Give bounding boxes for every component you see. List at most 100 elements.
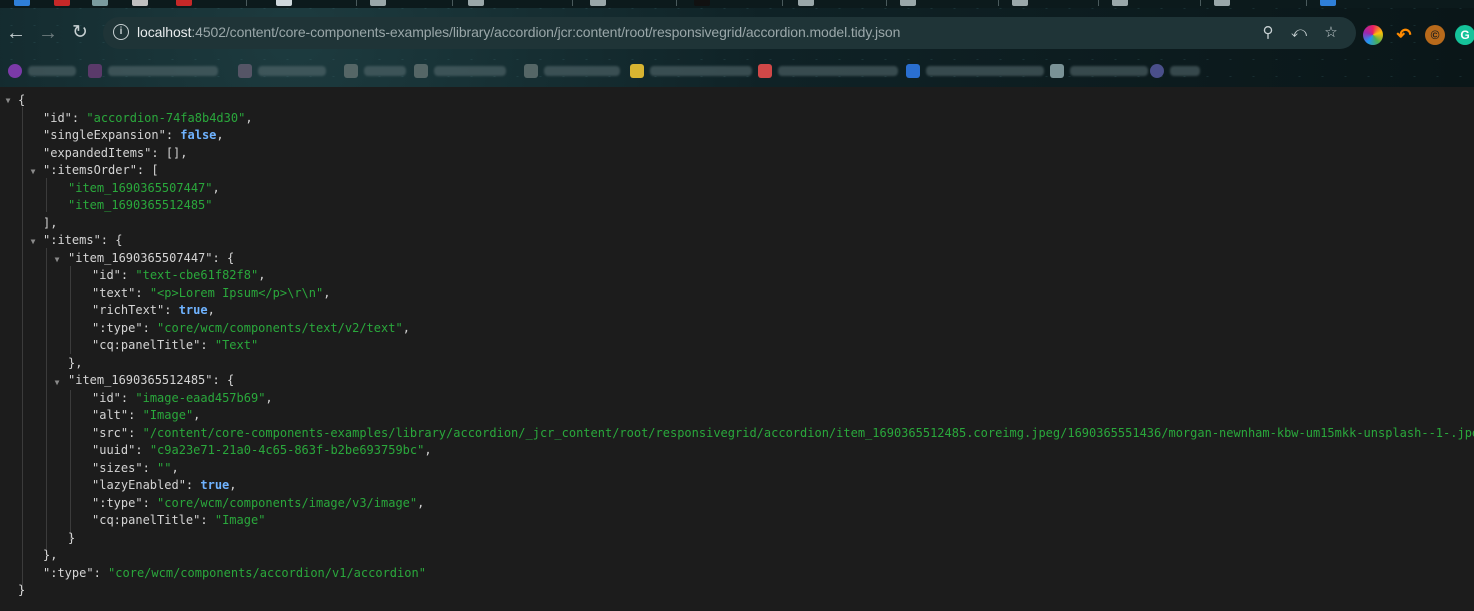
tab-favicon[interactable] <box>54 0 70 6</box>
bookmark-item[interactable] <box>1050 62 1148 78</box>
json-line: "item_1690365507447": { <box>68 250 235 265</box>
json-line: } <box>18 582 25 600</box>
collapse-arrow-icon[interactable]: ▼ <box>29 167 37 177</box>
json-brace: { <box>18 93 26 107</box>
json-key: "expandedItems" <box>43 145 152 160</box>
bookmark-item[interactable] <box>8 62 76 78</box>
tab-divider <box>1098 0 1099 6</box>
tab-favicon[interactable] <box>1012 0 1028 6</box>
json-value: "core/wcm/components/accordion/v1/accord… <box>108 565 426 580</box>
tab-favicon[interactable] <box>132 0 148 6</box>
extension-copper-icon[interactable]: © <box>1425 25 1445 45</box>
tab-divider <box>782 0 783 6</box>
tab-favicon[interactable] <box>176 0 192 6</box>
tab-favicon[interactable] <box>900 0 916 6</box>
json-line: "item_1690365512485" <box>68 197 213 215</box>
tab-favicon[interactable] <box>92 0 108 6</box>
extension-orange-icon[interactable]: ↶ <box>1394 25 1414 45</box>
tab-favicon[interactable] <box>694 0 710 6</box>
json-key: "cq:panelTitle" <box>92 338 201 352</box>
json-value: "accordion-74fa8b4d30" <box>86 110 246 125</box>
bookmark-item[interactable] <box>758 62 898 78</box>
tab-favicon[interactable] <box>1112 0 1128 6</box>
json-key: "id" <box>43 110 72 125</box>
bookmark-item[interactable] <box>414 62 506 78</box>
tab-favicon[interactable] <box>1214 0 1230 6</box>
json-value: "text-cbe61f82f8" <box>135 268 259 282</box>
tab-divider <box>246 0 247 6</box>
json-key: ":type" <box>92 495 143 510</box>
json-key: "id" <box>92 268 121 282</box>
json-line: ":type": "core/wcm/components/accordion/… <box>43 565 426 580</box>
bookmark-item[interactable] <box>630 62 752 78</box>
tab-favicon[interactable] <box>14 0 30 6</box>
bookmark-item[interactable] <box>238 62 326 78</box>
json-line: ":type": "core/wcm/components/text/v2/te… <box>92 320 410 335</box>
indent-guide <box>46 248 47 558</box>
json-brace: } <box>18 583 26 597</box>
json-key: "cq:panelTitle" <box>92 513 201 527</box>
json-line: "src": "/content/core-components-example… <box>92 425 1474 443</box>
json-key: "item_1690365512485" <box>68 373 213 387</box>
json-key: "richText" <box>92 303 165 317</box>
url-path: :4502/content/core-components-examples/l… <box>191 24 901 40</box>
zoom-icon[interactable]: ⚲ <box>1258 23 1278 43</box>
json-key: ":type" <box>92 320 143 335</box>
tab-divider <box>572 0 573 6</box>
json-line: ":itemsOrder": [ <box>43 163 159 177</box>
tab-favicon[interactable] <box>1320 0 1336 6</box>
json-viewer: ▼ ▼ ▼ ▼ ▼ { "id": "accordion-74fa8b4d30"… <box>0 87 1474 611</box>
json-line: "id": "image-eaad457b69", <box>92 390 273 405</box>
json-key: ":items" <box>43 233 101 247</box>
json-value: "<p>Lorem Ipsum</p>\r\n" <box>149 285 324 300</box>
json-value: false <box>180 128 217 142</box>
json-key: ":type" <box>43 565 94 580</box>
bookmarks-bar <box>0 56 1474 84</box>
bookmark-item[interactable] <box>524 62 620 78</box>
bookmark-item[interactable] <box>1150 62 1200 78</box>
grammarly-icon[interactable]: G <box>1455 25 1474 45</box>
json-value: "" <box>157 460 172 475</box>
tab-favicon[interactable] <box>276 0 292 6</box>
tab-favicon[interactable] <box>468 0 484 6</box>
colorzilla-icon[interactable] <box>1363 25 1383 45</box>
json-line: "sizes": "", <box>92 460 179 475</box>
json-key: ":itemsOrder" <box>43 163 137 177</box>
url-host: localhost <box>137 24 192 40</box>
collapse-arrow-icon[interactable]: ▼ <box>29 237 37 247</box>
share-icon[interactable]: ⤺ <box>1289 23 1309 43</box>
bookmark-item[interactable] <box>906 62 1044 78</box>
url-text[interactable]: localhost:4502/content/core-components-e… <box>137 24 900 40</box>
tab-divider <box>998 0 999 6</box>
json-line: "item_1690365507447", <box>68 180 220 195</box>
collapse-arrow-icon[interactable]: ▼ <box>4 96 12 106</box>
json-line: "id": "accordion-74fa8b4d30", <box>43 110 253 125</box>
json-key: "sizes" <box>92 460 143 475</box>
indent-guide <box>70 390 71 541</box>
address-bar[interactable]: i localhost:4502/content/core-components… <box>103 17 1356 49</box>
tab-favicon[interactable] <box>798 0 814 6</box>
collapse-arrow-icon[interactable]: ▼ <box>53 255 61 265</box>
json-value: "Image" <box>214 513 266 527</box>
star-icon[interactable]: ☆ <box>1321 23 1341 43</box>
json-line: { <box>18 92 25 110</box>
collapse-arrow-icon[interactable]: ▼ <box>53 378 61 388</box>
arrow-right-icon[interactable]: → <box>35 20 61 46</box>
indent-guide <box>46 178 47 212</box>
bookmark-item[interactable] <box>88 62 218 78</box>
json-line: ":items": { <box>43 233 123 247</box>
info-icon[interactable]: i <box>113 24 129 40</box>
arrow-left-icon[interactable]: ← <box>3 20 29 46</box>
json-value: "Text" <box>214 338 259 352</box>
json-value: "core/wcm/components/image/v3/image" <box>157 495 418 510</box>
json-value: "Image" <box>142 408 194 422</box>
json-line: }, <box>68 355 83 370</box>
json-value: true <box>178 303 208 317</box>
tab-favicon[interactable] <box>370 0 386 6</box>
tab-favicon[interactable] <box>590 0 606 6</box>
bookmark-item[interactable] <box>344 62 406 78</box>
json-key: "id" <box>92 390 121 405</box>
reload-icon[interactable]: ↻ <box>67 20 93 46</box>
json-line: "alt": "Image", <box>92 408 201 422</box>
json-value: "/content/core-components-examples/libra… <box>142 425 1474 440</box>
